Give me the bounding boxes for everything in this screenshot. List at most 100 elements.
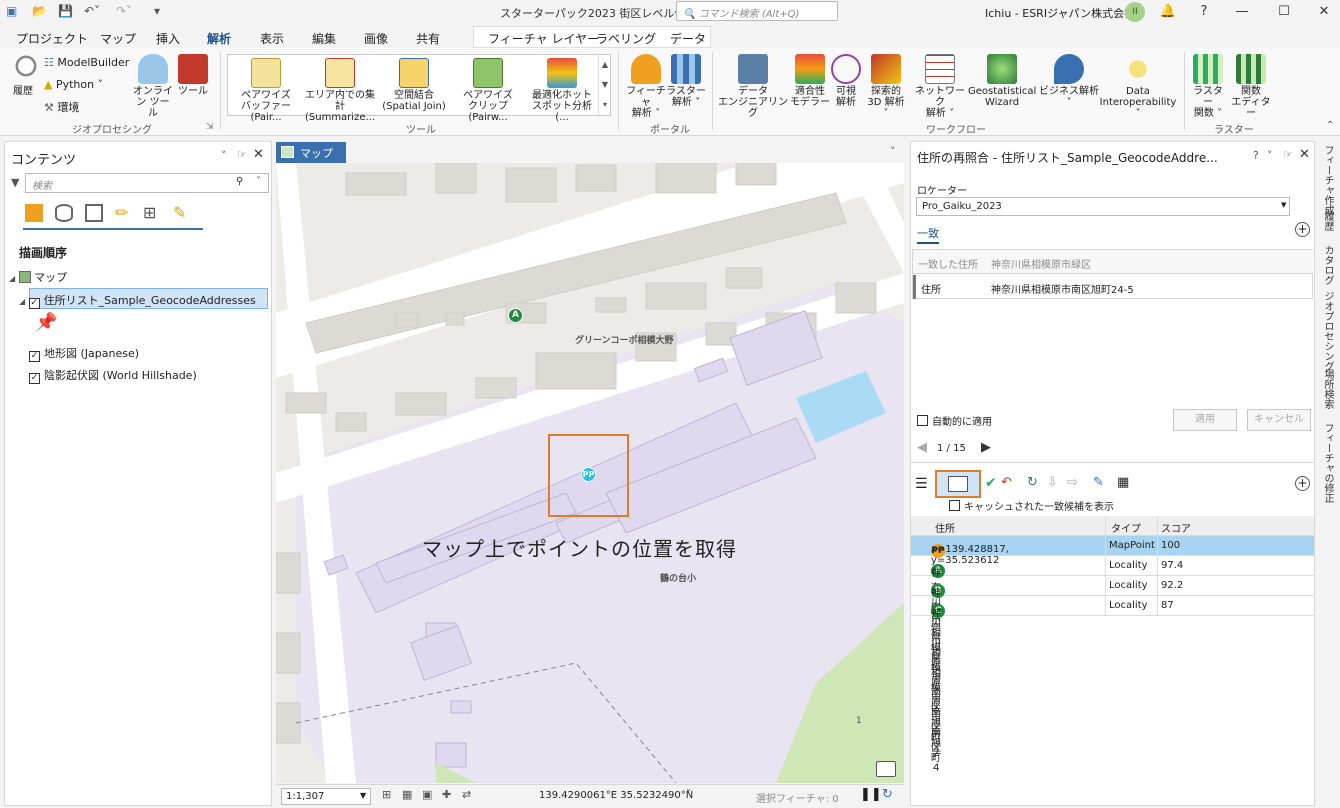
gallery-optimized-hot-spot[interactable]: 最適化ホット スポット分析 (... bbox=[526, 58, 598, 123]
column-header-score[interactable]: スコア bbox=[1161, 520, 1191, 535]
data-engineering-button[interactable]: データ エンジニアリング bbox=[718, 54, 788, 119]
online-tools-button[interactable]: オンライン ツール bbox=[132, 54, 174, 119]
attribution-icon[interactable] bbox=[876, 761, 896, 777]
pin-icon[interactable]: ☞ bbox=[237, 148, 247, 161]
side-tab-modify-features[interactable]: フィーチャの修正 bbox=[1320, 423, 1335, 503]
close-pane-icon[interactable]: ✕ bbox=[1299, 147, 1310, 162]
raster-functions-button[interactable]: ラスター 関数 ˅ bbox=[1190, 54, 1226, 119]
feature-analysis-button[interactable]: フィーチャ 解析 ˅ bbox=[624, 54, 668, 119]
network-analysis-button[interactable]: ネットワーク 解析 ˅ bbox=[912, 54, 968, 119]
tab-feature-layer[interactable]: フィーチャ レイヤー bbox=[488, 30, 599, 47]
geostatistical-wizard-button[interactable]: Geostatistical Wizard bbox=[968, 54, 1036, 108]
user-name[interactable]: Ichiu - ESRIジャパン株式会社 bbox=[985, 5, 1135, 21]
column-header-address[interactable]: 住所 bbox=[935, 520, 955, 535]
list-by-selection-icon[interactable] bbox=[85, 204, 103, 222]
pause-drawing-icon[interactable]: ❚❚ bbox=[860, 787, 882, 802]
accept-candidate-icon[interactable]: ✔ bbox=[985, 475, 997, 491]
search-dropdown-icon[interactable]: ˅ bbox=[256, 176, 261, 187]
pane-options-icon[interactable]: ˅ bbox=[1267, 149, 1273, 162]
side-tab-catalog[interactable]: カタログ bbox=[1320, 245, 1335, 285]
navigation-fixed-zoom-icon[interactable]: ⊞ bbox=[382, 788, 391, 801]
layer-visibility-checkbox[interactable]: ✓ bbox=[28, 298, 40, 309]
business-analysis-button[interactable]: ビジネス解析 ˅ bbox=[1038, 54, 1100, 108]
visibility-analysis-button[interactable]: 可視 解析 bbox=[830, 54, 862, 108]
address-row[interactable]: 住所 神奈川県相模原市南区旭町24-5 bbox=[913, 275, 1313, 299]
locator-dropdown[interactable]: Pro_Gaiku_2023 ▼ bbox=[916, 197, 1290, 216]
table-row[interactable]: B神奈川県相模原市南区旭町 Locality 92.2 bbox=[911, 576, 1314, 764]
add-field-icon[interactable]: + bbox=[1295, 222, 1310, 237]
side-tab-geoprocessing[interactable]: ジオプロセシング bbox=[1320, 291, 1335, 371]
candidate-marker-pp[interactable]: PP bbox=[581, 467, 596, 482]
coordinate-format-dropdown-icon[interactable]: ˅ bbox=[686, 789, 691, 800]
side-tab-locate[interactable]: 場所検索 bbox=[1320, 369, 1335, 409]
suitability-modeler-button[interactable]: 適合性 モデラー bbox=[790, 54, 830, 108]
redo-icon[interactable]: ↷˅ bbox=[116, 4, 132, 18]
column-header-type[interactable]: タイプ bbox=[1111, 520, 1141, 535]
tree-item-geocode-layer[interactable]: ◢ ✓ 住所リスト_Sample_GeocodeAddresses bbox=[19, 292, 256, 309]
auto-apply-checkbox-row[interactable]: 自動的に適用 bbox=[917, 413, 992, 428]
show-cached-checkbox-row[interactable]: キャッシュされた一致候補を表示 bbox=[949, 498, 1114, 513]
tab-edit[interactable]: 編集 bbox=[312, 30, 336, 47]
show-cached-checkbox[interactable] bbox=[949, 500, 960, 511]
map-view-tab[interactable]: マップ ✕ bbox=[276, 142, 346, 174]
map-view[interactable]: グリーンコーポ相模大野 鶴の台小 1 A PP マップ上でポイントの位置を取得 bbox=[276, 163, 904, 783]
tab-project[interactable]: プロジェクト bbox=[16, 30, 88, 47]
dialog-launcher-icon[interactable]: ⇲ bbox=[206, 122, 214, 132]
list-by-drawing-order-icon[interactable] bbox=[25, 204, 43, 222]
close-window-button[interactable]: ✕ bbox=[1312, 2, 1336, 22]
tab-view[interactable]: 表示 bbox=[260, 30, 284, 47]
export-candidates-icon[interactable]: ✎ bbox=[1093, 475, 1104, 490]
function-editor-button[interactable]: 関数 エディター bbox=[1230, 54, 1272, 119]
data-interoperability-button[interactable]: Data Interoperability ˅ bbox=[1098, 54, 1178, 119]
save-icon[interactable]: 💾 bbox=[58, 4, 73, 18]
avatar[interactable]: II bbox=[1125, 2, 1145, 22]
list-by-editing-icon[interactable]: ✏ bbox=[115, 203, 128, 222]
gallery-pairwise-buffer[interactable]: ペアワイズ バッファー (Pair... bbox=[230, 58, 302, 123]
exploratory-3d-button[interactable]: 探索的 3D 解析 ˅ bbox=[864, 54, 908, 119]
side-tab-history[interactable]: 履歴 bbox=[1320, 211, 1335, 231]
notifications-bell-icon[interactable]: 🔔 bbox=[1156, 2, 1180, 22]
flash-candidate-icon[interactable]: ⇨ bbox=[1067, 475, 1078, 490]
pin-icon[interactable]: ☞ bbox=[1283, 148, 1293, 161]
table-row[interactable]: C 神奈川県相模原市南区 Locality 87 bbox=[911, 596, 1314, 754]
tree-item-hillshade-layer[interactable]: ✓ 陰影起伏図 (World Hillshade) bbox=[29, 367, 197, 384]
contents-search-input[interactable]: 検索 ⚲ ˅ bbox=[25, 173, 269, 193]
command-search-input[interactable]: 🔍 コマンド検索 (Alt+Q) bbox=[676, 1, 838, 21]
collapse-ribbon-icon[interactable]: ⌃ bbox=[1326, 120, 1334, 131]
history-button[interactable]: 履歴 bbox=[6, 54, 40, 97]
search-icon[interactable]: ⚲ bbox=[236, 176, 243, 187]
help-icon[interactable]: ? bbox=[1253, 149, 1259, 162]
table-row[interactable]: A神奈川県相模原市南区旭町２４ Locality 97.4 bbox=[911, 556, 1314, 774]
python-button[interactable]: ▲ Python ˅ bbox=[44, 78, 103, 91]
environments-button[interactable]: ⚒ 環境 bbox=[44, 99, 79, 115]
tree-item-map[interactable]: ◢ マップ bbox=[9, 269, 67, 285]
new-project-icon[interactable]: ▣ bbox=[6, 4, 17, 18]
close-pane-icon[interactable]: ✕ bbox=[253, 147, 264, 162]
gallery-summarize-within[interactable]: エリア内での集計 (Summarize... bbox=[304, 58, 376, 123]
pan-to-candidate-icon[interactable]: ⇩ bbox=[1047, 475, 1058, 490]
tab-labeling[interactable]: ラベリング bbox=[596, 30, 656, 47]
refresh-icon[interactable]: ↻ bbox=[882, 787, 893, 802]
maximize-button[interactable]: ☐ bbox=[1272, 2, 1296, 22]
toolbox-button[interactable]: ツール bbox=[176, 54, 210, 97]
tab-match[interactable]: 一致 bbox=[917, 225, 939, 244]
navigation-icon[interactable]: ⇄ bbox=[462, 788, 471, 801]
table-row[interactable]: PP x=139.428817, y=35.523612 MapPoint 100 bbox=[911, 536, 1314, 566]
side-tab-create-features[interactable]: フィーチャ作成 bbox=[1320, 145, 1335, 215]
scale-dropdown[interactable]: 1:1,307 ▼ bbox=[281, 788, 371, 805]
open-project-icon[interactable]: 📂 bbox=[32, 4, 47, 18]
menu-icon[interactable]: ☰ bbox=[915, 476, 928, 492]
unmatch-icon[interactable]: ↶ bbox=[1001, 475, 1012, 490]
tab-imagery[interactable]: 画像 bbox=[364, 30, 388, 47]
list-by-labeling-icon[interactable]: ✎ bbox=[173, 203, 186, 222]
tree-item-topographic-layer[interactable]: ✓ 地形図 (Japanese) bbox=[29, 345, 139, 362]
gallery-scroll[interactable]: ▲ ▼ ▾ bbox=[598, 55, 611, 115]
gallery-pairwise-clip[interactable]: ペアワイズ クリップ (Pairw... bbox=[452, 58, 524, 123]
list-by-snapping-icon[interactable]: ⊞ bbox=[143, 203, 156, 222]
tile-icon[interactable]: ▣ bbox=[422, 788, 432, 801]
customize-quick-access-icon[interactable]: ▾ bbox=[154, 4, 160, 18]
modelbuilder-button[interactable]: ☷ ModelBuilder bbox=[44, 56, 129, 69]
snapping-icon[interactable]: ✚ bbox=[442, 788, 451, 801]
undo-icon[interactable]: ↶˅ bbox=[84, 4, 100, 18]
expand-icon[interactable]: ◢ bbox=[9, 274, 15, 283]
